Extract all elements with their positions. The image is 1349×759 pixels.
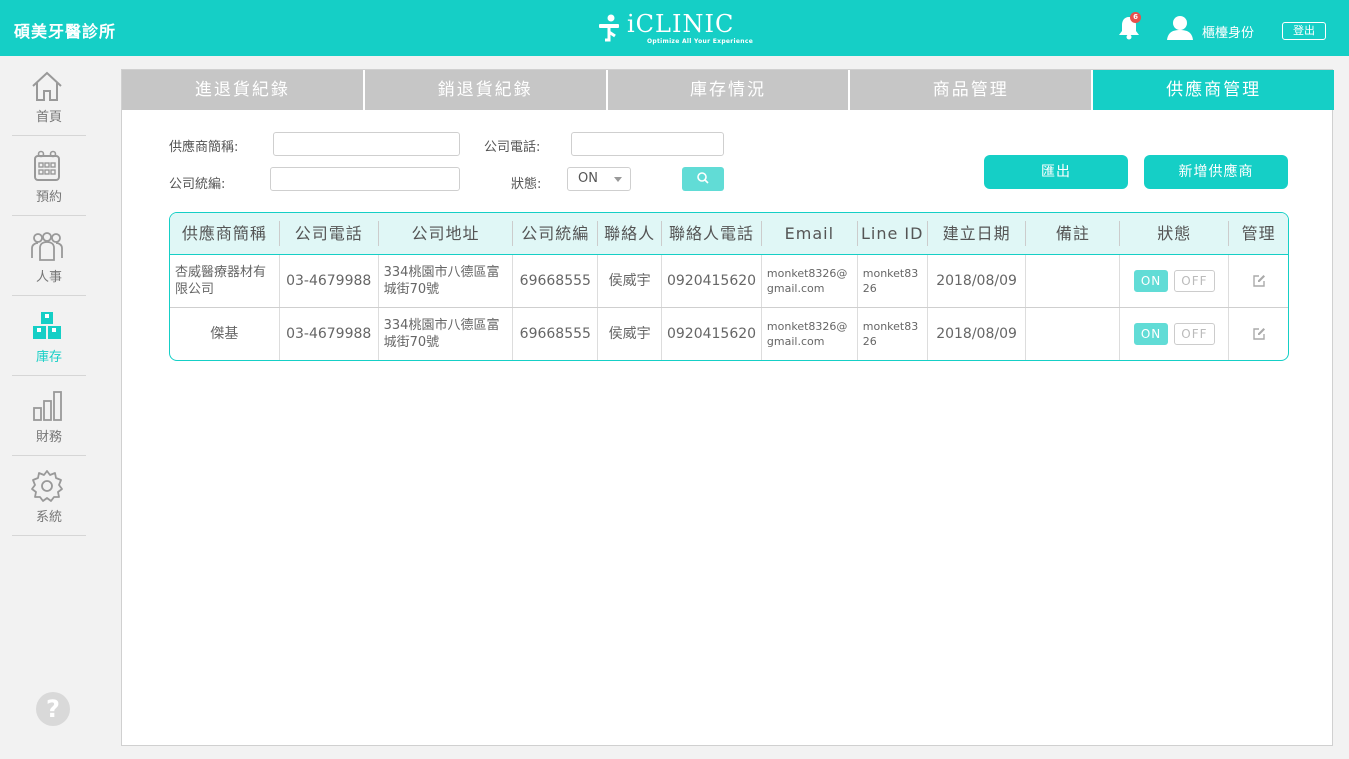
sidebar-item-label: 預約	[35, 190, 62, 205]
logo-icon	[599, 14, 619, 42]
sidebar-item-label: 庫存	[35, 350, 62, 365]
clinic-name: 碩美牙醫診所	[14, 22, 117, 41]
cell-phone: 03-4679988	[280, 308, 379, 360]
column-header[interactable]: 備註	[1026, 221, 1121, 246]
user-icon[interactable]	[1165, 14, 1195, 42]
company-tax-label: 公司統編:	[169, 177, 226, 192]
app-logo[interactable]: iCLINIC Optimize All Your Experience	[597, 12, 753, 48]
sidebar-item-system[interactable]: 系統	[12, 456, 86, 536]
column-header[interactable]: 管理	[1229, 221, 1288, 246]
sidebar-item-label: 財務	[35, 430, 62, 445]
help-button[interactable]: ?	[36, 692, 70, 726]
caret-down-icon	[614, 177, 622, 182]
cell-line-id: monket8326	[858, 308, 928, 360]
column-header[interactable]: 聯絡人電話	[662, 221, 762, 246]
column-header[interactable]: Line ID	[858, 221, 928, 246]
status-filter-label: 狀態:	[511, 177, 542, 192]
supplier-abbr-label: 供應商簡稱:	[169, 140, 239, 155]
calendar-icon	[34, 150, 60, 181]
logo-title: iCLINIC	[627, 10, 735, 38]
tab-sales-records[interactable]: 銷退貨紀錄	[364, 70, 608, 110]
cell-email: monket8326@gmail.com	[762, 308, 858, 360]
sidebar-item-staff[interactable]: 人事	[12, 216, 86, 296]
main-panel: 進退貨紀錄 銷退貨紀錄 庫存情況 商品管理 供應商管理 供應商簡稱: 公司電話:…	[121, 69, 1334, 746]
sidebar-item-home[interactable]: 首頁	[12, 56, 86, 136]
search-button[interactable]	[682, 167, 724, 191]
sidebar: 首頁 預約 人事 庫存 財務 系統 ?	[0, 56, 88, 759]
cell-note	[1026, 308, 1121, 360]
search-icon	[697, 172, 709, 184]
add-supplier-button[interactable]: 新增供應商	[1144, 155, 1288, 189]
column-header[interactable]: 公司地址	[379, 221, 514, 246]
cell-created-date: 2018/08/09	[928, 308, 1027, 360]
logout-button[interactable]: 登出	[1282, 22, 1326, 40]
cell-supplier-name: 傑基	[170, 308, 280, 360]
company-phone-input[interactable]	[571, 132, 724, 156]
column-header[interactable]: Email	[762, 221, 858, 246]
edit-icon[interactable]	[1252, 327, 1266, 341]
cell-email: monket8326@gmail.com	[762, 255, 858, 307]
export-button[interactable]: 匯出	[984, 155, 1128, 189]
cell-status: ON OFF	[1120, 255, 1230, 307]
table-row[interactable]: 杏威醫療器材有限公司 03-4679988 334桃園市八德區富城街70號 69…	[170, 255, 1288, 308]
column-header[interactable]: 供應商簡稱	[170, 221, 280, 246]
column-header[interactable]: 聯絡人	[598, 221, 663, 246]
cell-tax-id: 69668555	[513, 255, 599, 307]
cell-contact-phone: 0920415620	[662, 308, 762, 360]
status-select[interactable]: ON	[567, 167, 631, 191]
column-header[interactable]: 建立日期	[928, 221, 1027, 246]
inventory-icon	[33, 312, 61, 339]
tab-purchase-records[interactable]: 進退貨紀錄	[122, 70, 365, 110]
status-off-toggle[interactable]: OFF	[1174, 270, 1215, 292]
cell-address: 334桃園市八德區富城街70號	[379, 308, 514, 360]
bar-chart-icon	[33, 391, 62, 421]
column-header[interactable]: 公司電話	[280, 221, 379, 246]
cell-contact: 侯威宇	[598, 255, 663, 307]
user-role-label: 櫃檯身份	[1202, 26, 1255, 41]
gear-icon	[31, 470, 63, 502]
cell-created-date: 2018/08/09	[928, 255, 1027, 307]
cell-supplier-name: 杏威醫療器材有限公司	[170, 255, 280, 307]
sidebar-item-finance[interactable]: 財務	[12, 376, 86, 456]
cell-note	[1026, 255, 1121, 307]
cell-tax-id: 69668555	[513, 308, 599, 360]
sidebar-item-label: 系統	[35, 510, 62, 525]
cell-contact-phone: 0920415620	[662, 255, 762, 307]
tab-product-management[interactable]: 商品管理	[850, 70, 1094, 110]
status-select-value: ON	[578, 171, 598, 186]
notification-badge: 6	[1130, 12, 1141, 23]
notification-button[interactable]: 6	[1118, 12, 1141, 40]
status-on-toggle[interactable]: ON	[1133, 270, 1169, 292]
sidebar-item-label: 首頁	[35, 110, 62, 125]
sidebar-item-inventory[interactable]: 庫存	[12, 296, 86, 376]
cell-phone: 03-4679988	[280, 255, 379, 307]
edit-icon[interactable]	[1252, 274, 1266, 288]
tab-supplier-management[interactable]: 供應商管理	[1093, 70, 1334, 110]
logo-subtitle: Optimize All Your Experience	[647, 38, 754, 45]
status-off-toggle[interactable]: OFF	[1174, 323, 1215, 345]
table-row[interactable]: 傑基 03-4679988 334桃園市八德區富城街70號 69668555 侯…	[170, 308, 1288, 360]
cell-manage	[1229, 255, 1288, 307]
column-header[interactable]: 狀態	[1120, 221, 1230, 246]
home-icon	[32, 71, 62, 101]
supplier-table: 供應商簡稱 公司電話 公司地址 公司統編 聯絡人 聯絡人電話 Email Lin…	[169, 212, 1289, 361]
cell-status: ON OFF	[1120, 308, 1230, 360]
column-header[interactable]: 公司統編	[513, 221, 599, 246]
cell-address: 334桃園市八德區富城街70號	[379, 255, 514, 307]
cell-contact: 侯威宇	[598, 308, 663, 360]
supplier-abbr-input[interactable]	[273, 132, 460, 156]
status-on-toggle[interactable]: ON	[1133, 323, 1169, 345]
company-phone-label: 公司電話:	[484, 140, 541, 155]
sidebar-item-label: 人事	[35, 270, 62, 285]
company-tax-input[interactable]	[270, 167, 460, 191]
cell-manage	[1229, 308, 1288, 360]
cell-line-id: monket8326	[858, 255, 928, 307]
top-bar: 碩美牙醫診所 iCLINIC Optimize All Your Experie…	[0, 0, 1349, 56]
tab-bar: 進退貨紀錄 銷退貨紀錄 庫存情況 商品管理 供應商管理	[122, 70, 1334, 110]
table-header: 供應商簡稱 公司電話 公司地址 公司統編 聯絡人 聯絡人電話 Email Lin…	[170, 213, 1288, 255]
tab-stock-status[interactable]: 庫存情況	[607, 70, 851, 110]
sidebar-item-booking[interactable]: 預約	[12, 136, 86, 216]
people-icon	[31, 232, 63, 261]
